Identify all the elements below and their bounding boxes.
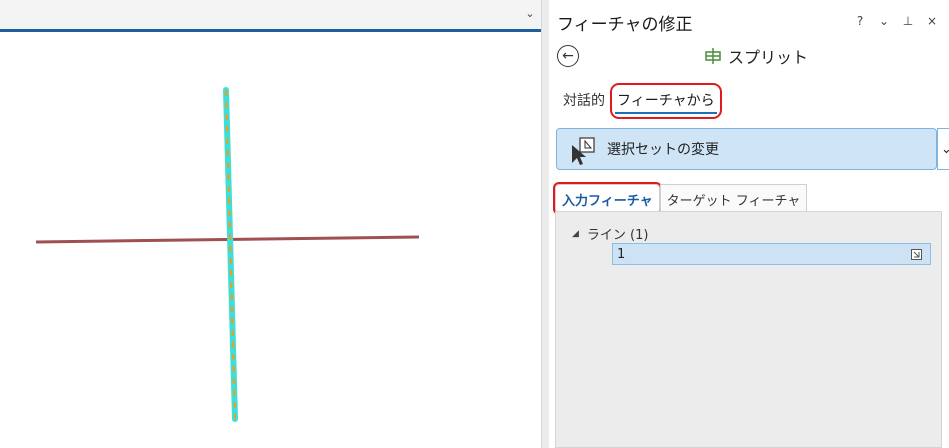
layer-label: ライン (1) — [586, 228, 649, 243]
map-view[interactable]: ⌄ — [0, 0, 541, 448]
chevron-down-icon[interactable]: ⌄ — [522, 6, 538, 22]
help-icon[interactable]: ? — [851, 12, 869, 30]
back-button[interactable]: ← — [557, 45, 579, 67]
map-canvas[interactable] — [0, 32, 541, 448]
expand-triangle-icon[interactable]: ◢ — [572, 229, 579, 239]
pane-controls: ? ⌄ ⊥ × — [851, 12, 941, 30]
tab-interactive[interactable]: 対話的 — [561, 88, 607, 114]
subtab-target-features[interactable]: ターゲット フィーチャ — [659, 184, 808, 213]
modify-features-pane: フィーチャの修正 ? ⌄ ⊥ × ← スプリット 対話的 フィーチャから 選択セ… — [549, 0, 949, 448]
feature-list-panel: ◢ ライン (1) 1 — [555, 211, 942, 448]
pane-menu-chevron-icon[interactable]: ⌄ — [875, 12, 893, 30]
change-selection-label: 選択セットの変更 — [607, 142, 719, 158]
back-arrow-icon: ← — [562, 48, 574, 64]
feature-subtabs: 入力フィーチャ ターゲット フィーチャ — [553, 182, 808, 215]
close-icon[interactable]: × — [923, 12, 941, 30]
change-selection-dropdown[interactable]: 選択セットの変更 ⌄ — [556, 128, 949, 170]
layer-group[interactable]: ◢ ライン (1) — [572, 224, 648, 243]
tool-header: スプリット — [704, 44, 808, 68]
tab-from-features[interactable]: フィーチャから — [610, 83, 722, 119]
pane-title: フィーチャの修正 — [557, 15, 693, 35]
list-item[interactable]: 1 — [612, 243, 931, 265]
feature-id-label: 1 — [617, 246, 626, 262]
selected-vertical-line-feature[interactable] — [223, 87, 238, 422]
tool-name-label: スプリット — [728, 48, 809, 67]
map-tab-strip — [0, 0, 541, 29]
chevron-down-icon[interactable]: ⌄ — [937, 128, 949, 170]
split-tool-icon — [705, 48, 721, 64]
select-features-icon — [572, 137, 595, 165]
subtab-input-features[interactable]: 入力フィーチャ — [553, 182, 662, 215]
pin-icon[interactable]: ⊥ — [899, 12, 917, 30]
mode-tabs: 対話的 フィーチャから — [561, 83, 722, 119]
feature-flash-icon[interactable] — [911, 249, 922, 260]
